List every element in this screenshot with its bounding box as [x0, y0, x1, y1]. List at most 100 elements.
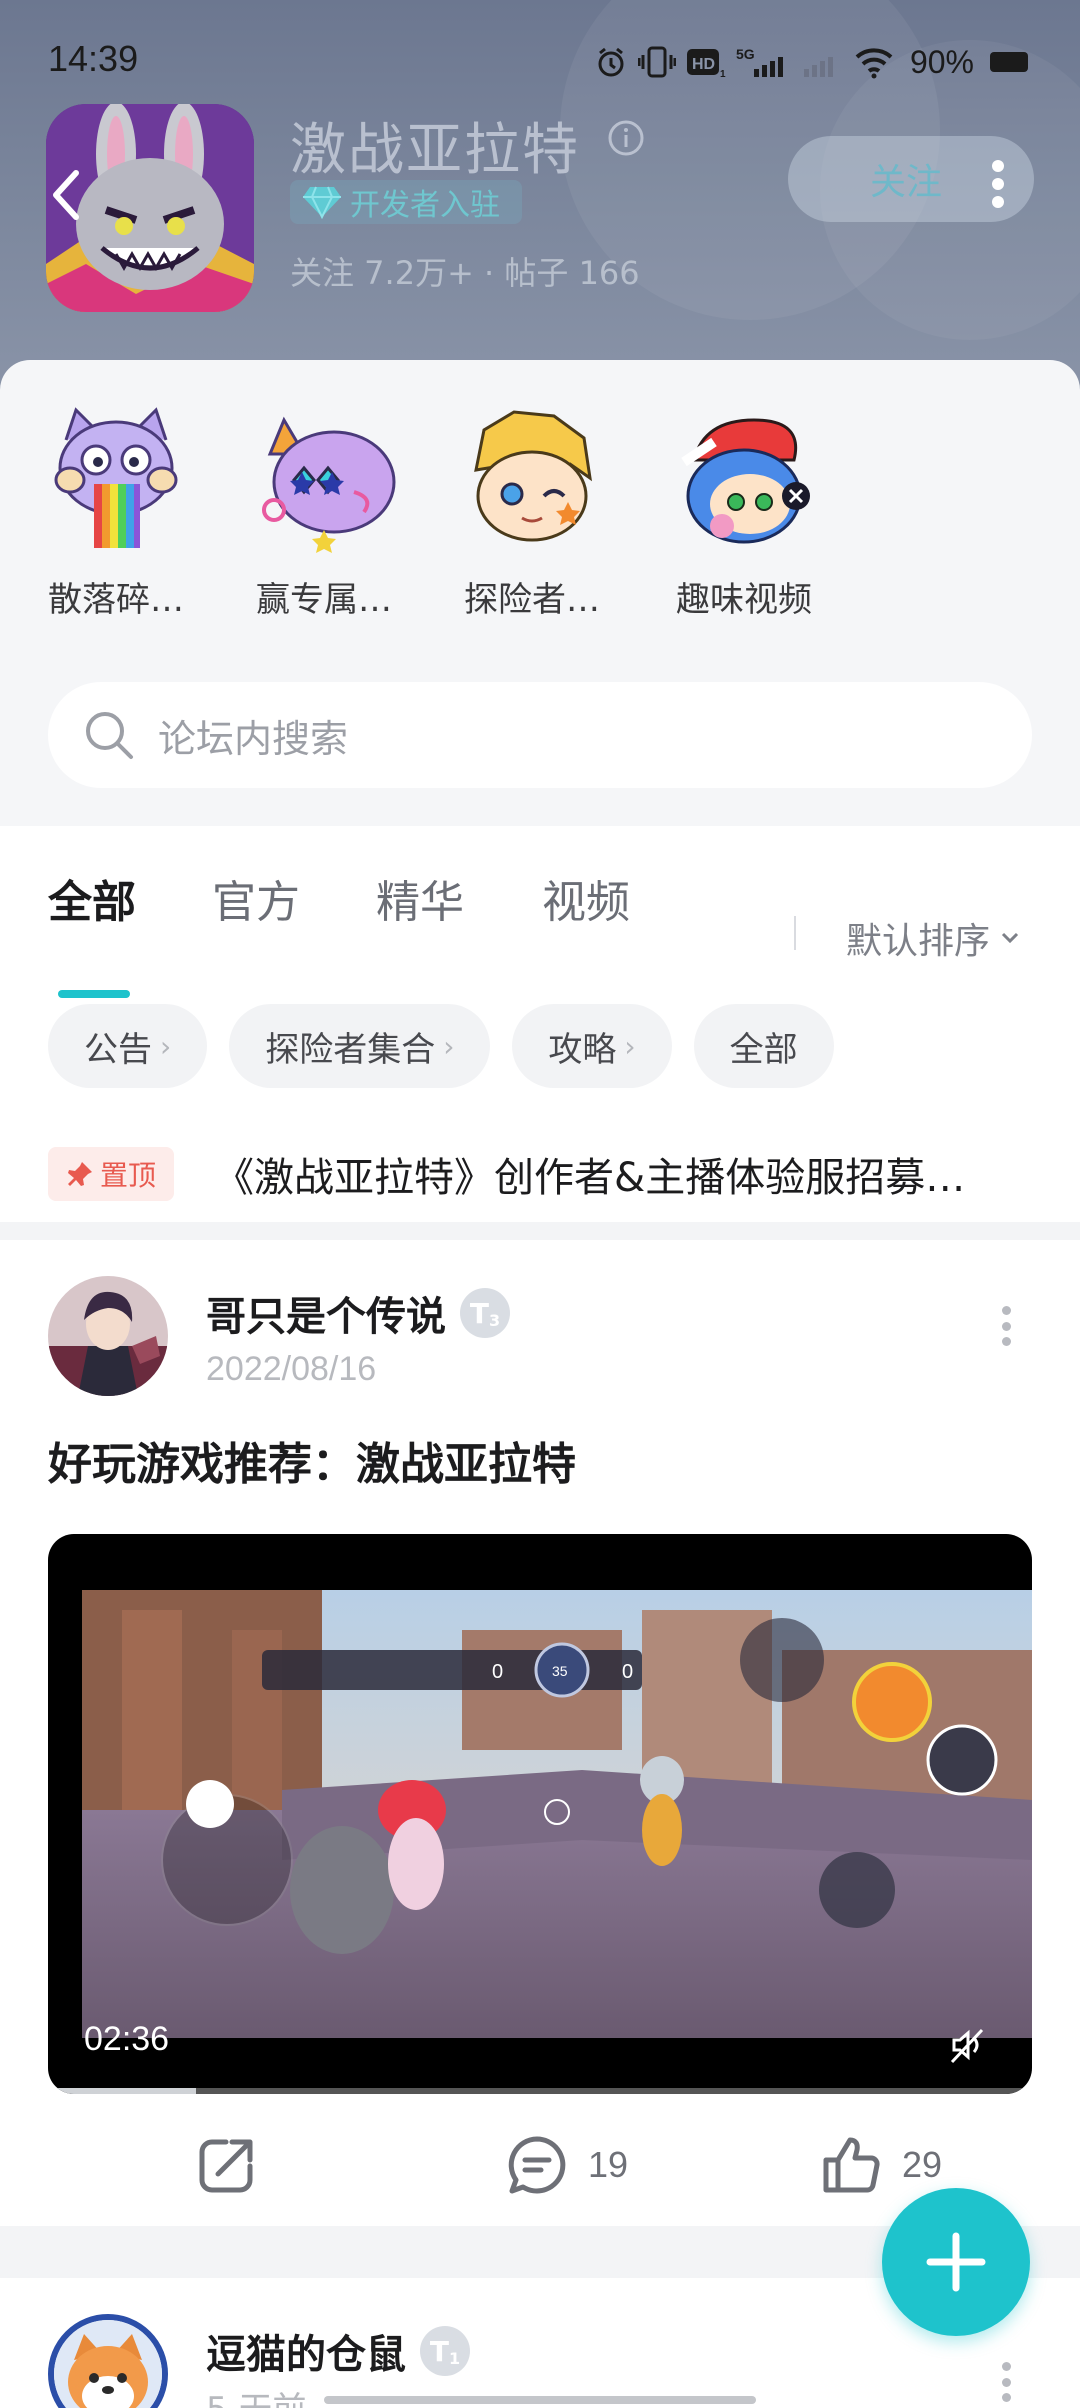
category-chips: 公告 › 探险者集合 › 攻略 › 全部: [48, 1004, 834, 1090]
purple-cat-sticker-icon: [36, 400, 196, 560]
pinned-badge-label: 置顶: [100, 1159, 157, 1192]
chip-label: 攻略: [548, 1029, 617, 1070]
pin-icon: [68, 1162, 92, 1186]
battery-icon: [990, 52, 1028, 72]
post-title: 好玩游戏推荐：激战亚拉特: [48, 1439, 576, 1490]
feed-tabs: 全部 官方 精华 视频 默认排序: [0, 866, 1080, 998]
chip-label: 公告: [84, 1029, 152, 1070]
mute-icon[interactable]: [946, 2024, 988, 2070]
status-icons: HD 1 5G 90%: [594, 40, 1080, 84]
shortcut-label: 散落碎…: [48, 580, 184, 620]
info-icon[interactable]: [606, 118, 646, 162]
author-name: 逗猫的仓鼠: [206, 2332, 406, 2378]
post-actions: 19 29: [0, 2120, 1080, 2210]
avatar[interactable]: [48, 1276, 168, 1396]
status-bar: 14:39 HD 1 5G 90%: [0, 0, 1080, 120]
chevron-right-icon: ›: [443, 1029, 455, 1063]
pinned-post-title: 《激战亚拉特》创作者&主播体验服招募…: [214, 1155, 966, 1201]
forum-panel: 散落碎… 赢专属… 探险者… 趣味视频 论坛内搜索: [0, 360, 1080, 826]
video-duration: 02:36: [84, 2020, 170, 2058]
svg-text:1: 1: [720, 69, 726, 79]
back-button[interactable]: [40, 160, 90, 230]
search-icon: [86, 712, 133, 759]
section-divider: [0, 1222, 1080, 1240]
share-button[interactable]: [196, 2134, 258, 2196]
sort-label: 默认排序: [846, 921, 991, 962]
wifi-icon: [854, 45, 894, 79]
pinned-post[interactable]: 置顶 《激战亚拉特》创作者&主播体验服招募…: [48, 1144, 1048, 1204]
svg-text:0: 0: [492, 1661, 503, 1683]
forum-title: 激战亚拉特: [290, 118, 580, 183]
post-date: 2022/08/16: [206, 1350, 377, 1388]
forum-header: 14:39 HD 1 5G 90% 激战亚拉特 开发者入驻 关注 7.2万+ ·…: [0, 0, 1080, 400]
forum-search-bar[interactable]: 论坛内搜索: [48, 682, 1032, 788]
svg-text:35: 35: [552, 1663, 568, 1679]
chip-all[interactable]: 全部: [693, 1004, 834, 1088]
more-options-icon[interactable]: [988, 160, 1008, 208]
video-frame: 0 35 0: [82, 1590, 1032, 2038]
thumbs-up-icon: [823, 2137, 880, 2193]
plus-icon: [926, 2232, 986, 2292]
sort-dropdown[interactable]: 默认排序: [846, 912, 1020, 964]
post-more-icon[interactable]: [1000, 1306, 1012, 1346]
like-button[interactable]: 29: [820, 2134, 942, 2196]
svg-text:0: 0: [622, 1661, 633, 1683]
post-date: 5 天前: [206, 2382, 306, 2408]
like-count: 29: [902, 2144, 943, 2185]
comment-button[interactable]: 19: [506, 2134, 628, 2196]
post-author[interactable]: 逗猫的仓鼠 T1: [206, 2322, 470, 2380]
svg-text:HD: HD: [692, 56, 715, 73]
battery-percent: 90%: [909, 43, 974, 80]
shortcut-label: 赢专属…: [256, 580, 392, 620]
alarm-icon: [594, 45, 628, 79]
shortcut-label: 趣味视频: [676, 580, 812, 620]
video-progress-bar[interactable]: [48, 2088, 1032, 2094]
level-badge: T1: [420, 2326, 470, 2376]
chip-guide[interactable]: 攻略 ›: [512, 1004, 672, 1088]
developer-badge-label: 开发者入驻: [350, 188, 500, 223]
forum-stats: 关注 7.2万+ · 帖子 166: [290, 254, 640, 292]
signal-5g-icon: 5G: [736, 45, 790, 79]
search-placeholder: 论坛内搜索: [158, 716, 349, 761]
signal-icon: [800, 45, 844, 79]
post-author[interactable]: 哥只是个传说 T3: [206, 1284, 510, 1342]
shortcut-item[interactable]: 赢专属…: [224, 400, 424, 621]
post-more-icon[interactable]: [1000, 2362, 1012, 2402]
tab-featured[interactable]: 精华: [376, 866, 464, 930]
chevron-down-icon: [1001, 932, 1019, 944]
chip-announcement[interactable]: 公告 ›: [48, 1004, 208, 1088]
vibrate-icon: [637, 45, 676, 79]
home-indicator[interactable]: [324, 2396, 756, 2404]
tab-divider: [794, 916, 796, 950]
tab-official[interactable]: 官方: [212, 866, 300, 930]
chip-explorer-gathering[interactable]: 探险者集合 ›: [229, 1004, 491, 1088]
tab-all[interactable]: 全部: [48, 866, 136, 930]
shortcut-row: 散落碎… 赢专属… 探险者… 趣味视频: [0, 400, 1080, 640]
avatar[interactable]: [48, 2314, 168, 2408]
hd-icon: HD 1: [686, 45, 726, 79]
status-time: 14:39: [48, 38, 139, 79]
developer-badge[interactable]: 开发者入驻: [290, 180, 522, 224]
chip-label: 全部: [729, 1029, 798, 1070]
video-player[interactable]: 0 35 0 02:36: [48, 1534, 1032, 2094]
level-badge: T3: [460, 1288, 510, 1338]
comment-icon: [508, 2136, 566, 2194]
shortcut-item[interactable]: 趣味视频: [644, 400, 844, 621]
author-name: 哥只是个传说: [206, 1294, 446, 1340]
tab-video[interactable]: 视频: [542, 866, 630, 930]
svg-text:5G: 5G: [736, 46, 755, 62]
shortcut-item[interactable]: 散落碎…: [16, 400, 216, 621]
share-icon: [199, 2139, 253, 2193]
video-progress-fill: [48, 2088, 196, 2094]
chevron-right-icon: ›: [160, 1029, 172, 1063]
comment-count: 19: [588, 2144, 629, 2185]
shortcut-item[interactable]: 探险者…: [432, 400, 632, 621]
blonde-boy-sticker-icon: [452, 400, 612, 560]
follow-label: 关注: [870, 162, 943, 203]
tab-indicator: [58, 990, 130, 998]
post-feed: 全部 官方 精华 视频 默认排序 公告 › 探险者集合 › 攻略 › 全部 置顶: [0, 826, 1080, 2226]
party-sticker-icon: [244, 400, 404, 560]
chip-label: 探险者集合: [265, 1029, 436, 1070]
new-post-button[interactable]: [882, 2188, 1030, 2336]
pinned-badge: 置顶: [48, 1147, 175, 1201]
